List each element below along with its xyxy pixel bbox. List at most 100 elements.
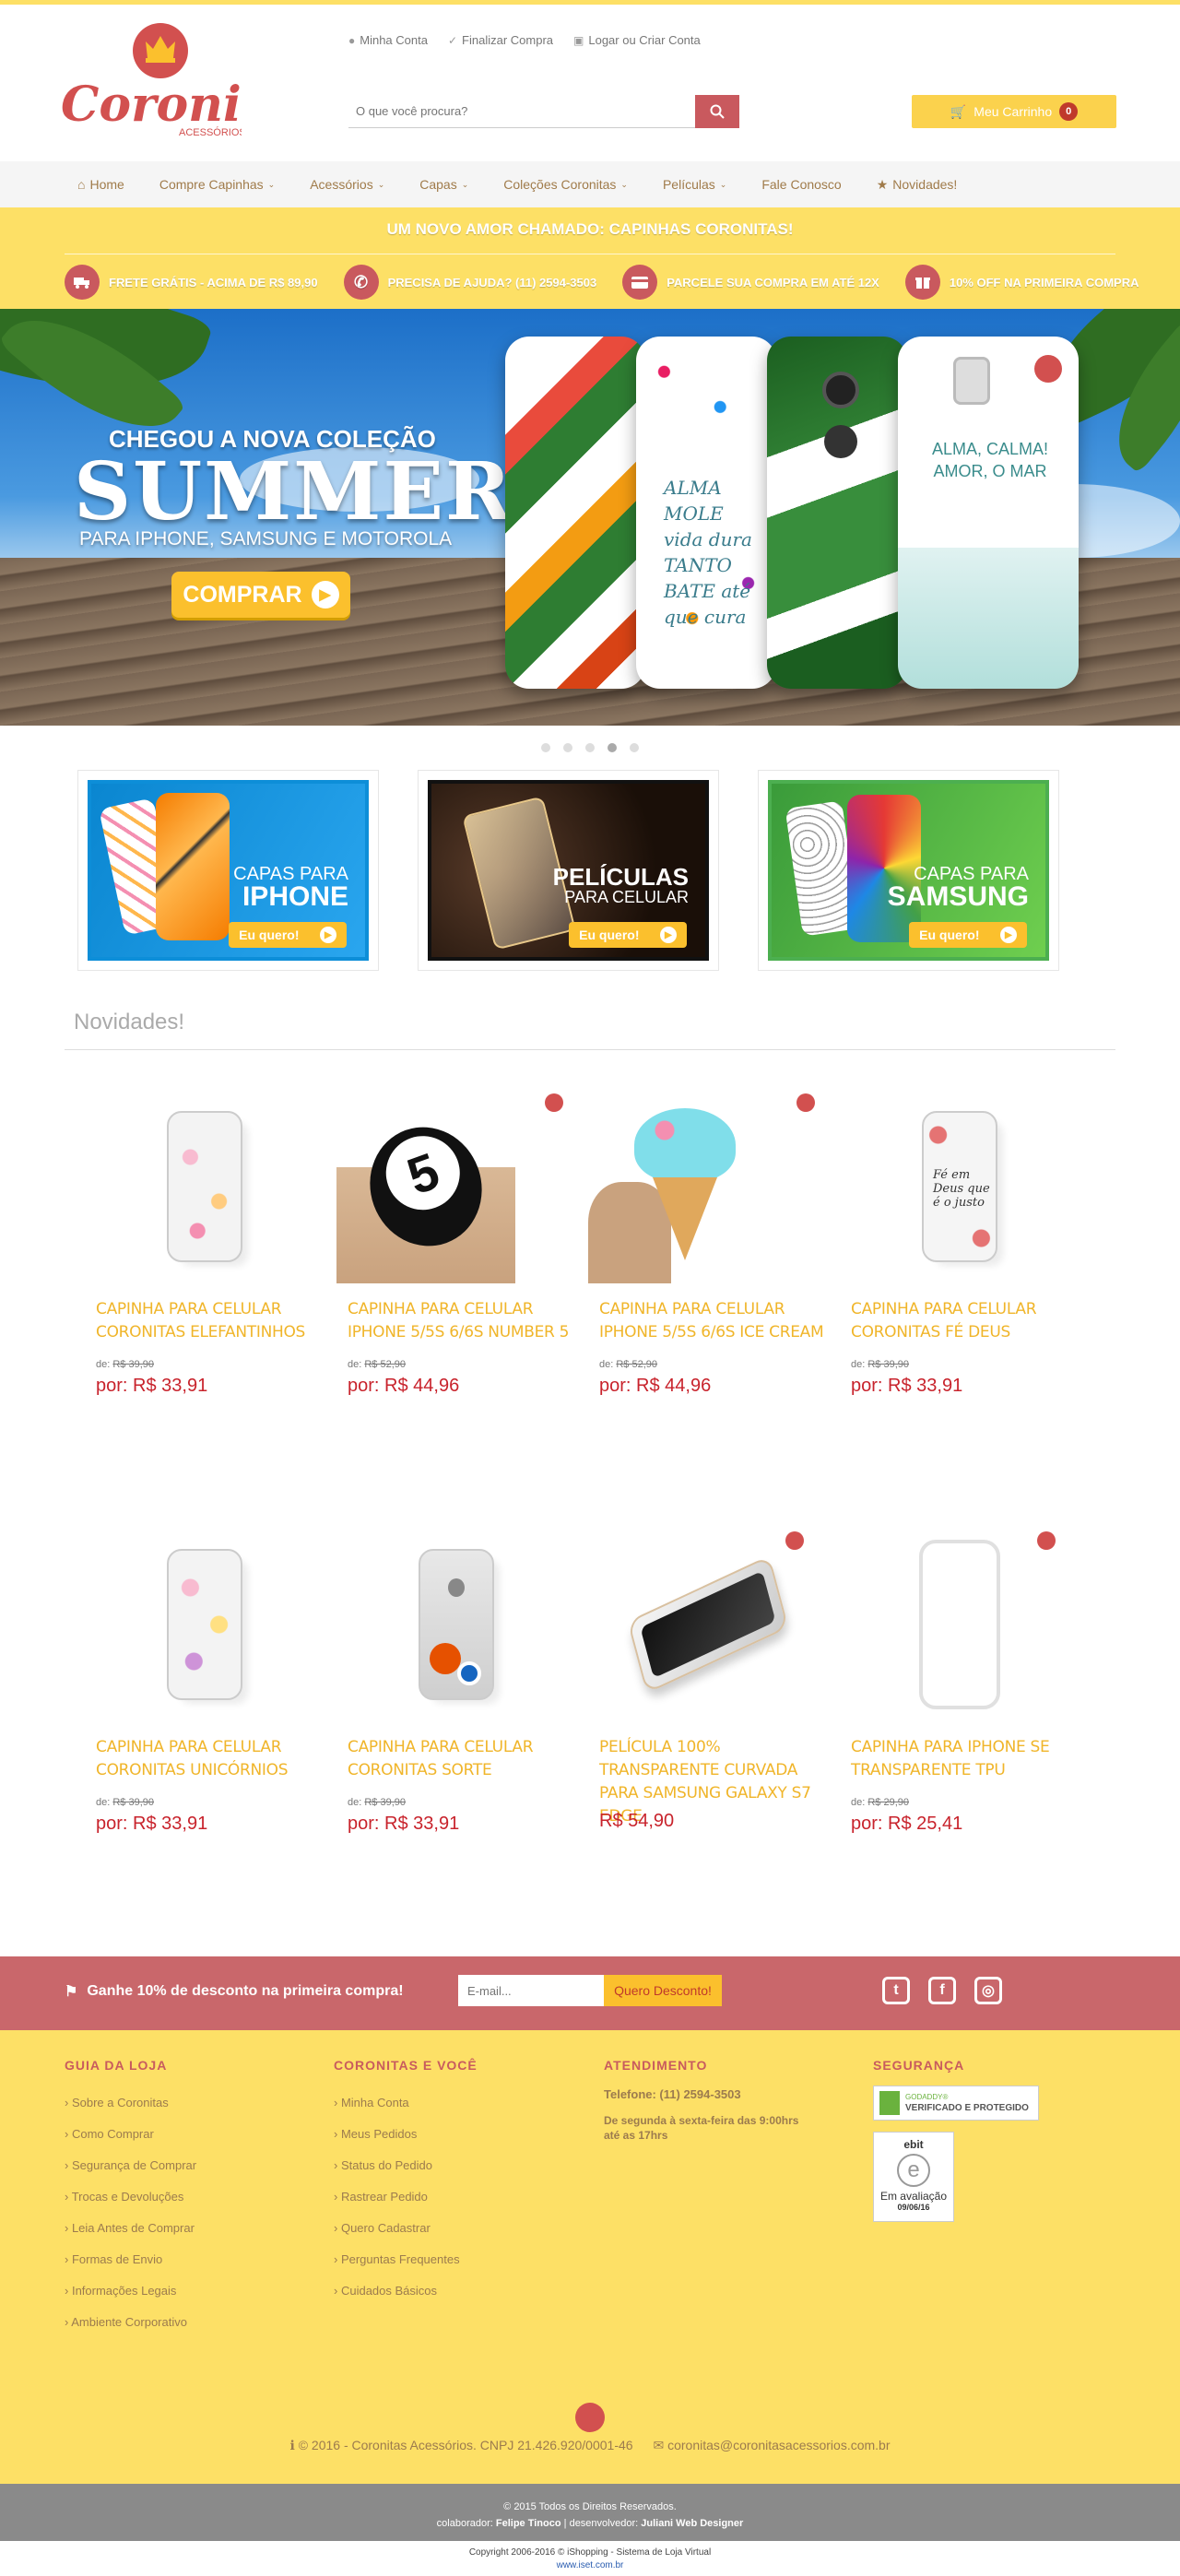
nav-colecoes[interactable]: Coleções Coronitas ⌄: [503, 177, 628, 192]
product-card[interactable]: Fé em Deus que é o justo CAPINHA PARA CELU…: [840, 1090, 1080, 1397]
hero-buy-button[interactable]: COMPRAR ▶: [171, 572, 350, 618]
user-icon: ●: [348, 34, 356, 47]
newsletter-email-input[interactable]: [458, 1975, 604, 2006]
nav-acessorios[interactable]: Acessórios ⌄: [310, 177, 384, 192]
footer-crown-icon: [575, 2403, 605, 2432]
crown-badge-icon: [796, 1093, 815, 1112]
search-button[interactable]: [695, 95, 739, 128]
carousel-dot[interactable]: [541, 743, 550, 752]
footer-link[interactable]: › Quero Cadastrar: [334, 2213, 592, 2244]
footer-heading: SEGURANÇA: [873, 2058, 965, 2073]
footer-link[interactable]: › Como Comprar: [65, 2119, 323, 2150]
nav-novidades[interactable]: ★ Novidades!: [877, 177, 958, 193]
footer-security: SEGURANÇA GODADDY® VERIFICADO E PROTEGIDO…: [873, 2058, 1113, 2222]
nav-capas[interactable]: Capas ⌄: [419, 177, 468, 192]
footer-link[interactable]: › Perguntas Frequentes: [334, 2244, 592, 2275]
my-account-link[interactable]: ● Minha Conta: [348, 33, 428, 47]
carousel-dot[interactable]: [563, 743, 572, 752]
instagram-icon[interactable]: ◎: [974, 1977, 1002, 2004]
product-card[interactable]: CAPINHA PARA CELULAR CORONITAS ELEFANTIN…: [85, 1090, 324, 1397]
godaddy-seal[interactable]: GODADDY® VERIFICADO E PROTEGIDO: [873, 2086, 1039, 2121]
crown-badge-icon: [785, 1531, 804, 1550]
product-image[interactable]: [336, 1528, 576, 1721]
footer-link[interactable]: › Segurança de Comprar: [65, 2150, 323, 2181]
benefit-discount: 10% OFF NA PRIMEIRA COMPRA: [904, 265, 1139, 300]
product-name[interactable]: CAPINHA PARA CELULAR CORONITAS FÉ DEUS: [840, 1298, 1080, 1353]
nav-home[interactable]: ⌂ Home: [77, 177, 124, 192]
footer-link[interactable]: › Status do Pedido: [334, 2150, 592, 2181]
product-image[interactable]: [588, 1528, 828, 1721]
product-card[interactable]: CAPINHA PARA CELULAR CORONITAS UNICÓRNIO…: [85, 1528, 324, 1835]
check-icon: ✓: [447, 34, 458, 47]
phone-case-raindrops: ALMA MOLE vida dura TANTO BATE até que c…: [636, 337, 776, 689]
footer-link[interactable]: › Informações Legais: [65, 2275, 323, 2307]
category-cta-button[interactable]: Eu quero! ▶: [569, 922, 687, 948]
tag-icon: ⚑: [65, 1984, 78, 2000]
category-peliculas[interactable]: PELÍCULAS PARA CELULAR Eu quero! ▶: [418, 770, 719, 971]
product-image[interactable]: [85, 1090, 324, 1283]
product-image[interactable]: [85, 1528, 324, 1721]
product-name[interactable]: PELÍCULA 100% TRANSPARENTE CURVADA PARA …: [588, 1736, 828, 1826]
service-phone: Telefone: (11) 2594-3503: [604, 2087, 741, 2101]
search-input[interactable]: [348, 95, 695, 128]
category-cta-button[interactable]: Eu quero! ▶: [229, 922, 347, 948]
nav-compre-capinhas[interactable]: Compre Capinhas ⌄: [159, 177, 275, 192]
nav-fale-conosco[interactable]: Fale Conosco: [761, 177, 841, 192]
footer-link[interactable]: › Trocas e Devoluções: [65, 2181, 323, 2213]
benefit-installments: PARCELE SUA COMPRA EM ATÉ 12X: [622, 265, 879, 300]
footer-heading: ATENDIMENTO: [604, 2058, 708, 2073]
footer-link[interactable]: › Meus Pedidos: [334, 2119, 592, 2150]
main-nav: ⌂ Home Compre Capinhas ⌄ Acessórios ⌄ Capas…: [0, 161, 1180, 207]
developer-link[interactable]: Juliani Web Designer: [641, 2518, 743, 2529]
benefit-free-shipping: FRETE GRÁTIS - ACIMA DE R$ 89,90: [65, 265, 318, 300]
footer-link[interactable]: › Minha Conta: [334, 2087, 592, 2119]
platform-link[interactable]: www.iset.com.br: [0, 2559, 1180, 2572]
newsletter-submit-button[interactable]: Quero Desconto!: [604, 1975, 722, 2006]
nav-peliculas[interactable]: Películas ⌄: [663, 177, 726, 192]
benefits-strip: FRETE GRÁTIS - ACIMA DE R$ 89,90 ✆ PRECIS…: [65, 265, 1164, 300]
cart-button[interactable]: 🛒 Meu Carrinho 0: [912, 95, 1116, 128]
account-links: ● Minha Conta ✓ Finalizar Compra ▣ Logar ou…: [348, 33, 701, 47]
product-name[interactable]: CAPINHA PARA CELULAR CORONITAS UNICÓRNIO…: [85, 1736, 324, 1791]
footer-link[interactable]: › Leia Antes de Comprar: [65, 2213, 323, 2244]
footer-link[interactable]: › Rastrear Pedido: [334, 2181, 592, 2213]
carousel-dot[interactable]: [630, 743, 639, 752]
login-link[interactable]: ▣ Logar ou Criar Conta: [573, 33, 701, 47]
carousel-dot-active[interactable]: [608, 743, 617, 752]
product-image[interactable]: 5: [336, 1090, 563, 1283]
coronitas-logo[interactable]: Coronitas ACESSÓRIOS: [57, 21, 242, 141]
footer-link[interactable]: › Sobre a Coronitas: [65, 2087, 323, 2119]
product-name[interactable]: CAPINHA PARA CELULAR IPHONE 5/5S 6/6S IC…: [588, 1298, 828, 1353]
checkout-link[interactable]: ✓ Finalizar Compra: [448, 33, 553, 47]
category-iphone[interactable]: CAPAS PARA IPHONE Eu quero! ▶: [77, 770, 379, 971]
product-card[interactable]: CAPINHA PARA CELULAR IPHONE 5/5S 6/6S IC…: [588, 1090, 828, 1397]
product-image[interactable]: [588, 1090, 815, 1283]
category-cta-button[interactable]: Eu quero! ▶: [909, 922, 1027, 948]
carousel-dot[interactable]: [585, 743, 595, 752]
service-hours: De segunda à sexta-feira das 9:00hrs até…: [604, 2114, 799, 2142]
page: Coronitas ACESSÓRIOS ●Minha Conta ✓Final…: [0, 0, 1180, 2576]
hero-banner[interactable]: CHEGOU A NOVA COLEÇÃO SUMMER PARA IPHONE…: [0, 309, 1180, 726]
product-card[interactable]: CAPINHA PARA IPHONE SE TRANSPARENTE TPU …: [840, 1528, 1080, 1835]
footer-link[interactable]: › Formas de Envio: [65, 2244, 323, 2275]
product-image[interactable]: Fé em Deus que é o justo: [840, 1090, 1080, 1283]
arrow-right-icon: ▶: [319, 927, 336, 943]
product-card[interactable]: CAPINHA PARA CELULAR CORONITAS SORTE de:…: [336, 1528, 576, 1835]
product-name[interactable]: CAPINHA PARA CELULAR IPHONE 5/5S 6/6S NU…: [336, 1298, 576, 1353]
footer-link[interactable]: › Cuidados Básicos: [334, 2275, 592, 2307]
category-samsung[interactable]: CAPAS PARA SAMSUNG Eu quero! ▶: [758, 770, 1059, 971]
product-card[interactable]: 5 CAPINHA PARA CELULAR IPHONE 5/5S 6/6S …: [336, 1090, 576, 1397]
camera-lens: [822, 372, 859, 408]
product-image[interactable]: [840, 1528, 1080, 1721]
ebit-seal[interactable]: ebit e Em avaliação 09/06/16: [873, 2132, 954, 2222]
product-name[interactable]: CAPINHA PARA CELULAR CORONITAS SORTE: [336, 1736, 576, 1791]
chevron-down-icon: ⌄: [719, 179, 727, 189]
twitter-icon[interactable]: t: [882, 1977, 910, 2004]
product-card[interactable]: PELÍCULA 100% TRANSPARENTE CURVADA PARA …: [588, 1528, 828, 1832]
footer-link[interactable]: › Ambiente Corporativo: [65, 2307, 323, 2338]
product-name[interactable]: CAPINHA PARA CELULAR CORONITAS ELEFANTIN…: [85, 1298, 324, 1353]
footer-email[interactable]: coronitas@coronitasacessorios.com.br: [667, 2438, 890, 2452]
old-price: R$ 39,90: [867, 1359, 910, 1370]
product-name[interactable]: CAPINHA PARA IPHONE SE TRANSPARENTE TPU: [840, 1736, 1080, 1791]
facebook-icon[interactable]: f: [928, 1977, 956, 2004]
